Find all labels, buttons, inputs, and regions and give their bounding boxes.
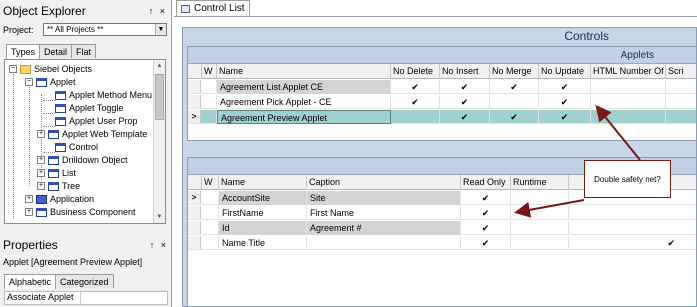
callout-note: Double safety net? xyxy=(584,160,671,198)
arrow-to-applets xyxy=(595,104,641,161)
arrow-to-controls xyxy=(514,199,585,218)
annotation-arrows xyxy=(514,104,641,218)
